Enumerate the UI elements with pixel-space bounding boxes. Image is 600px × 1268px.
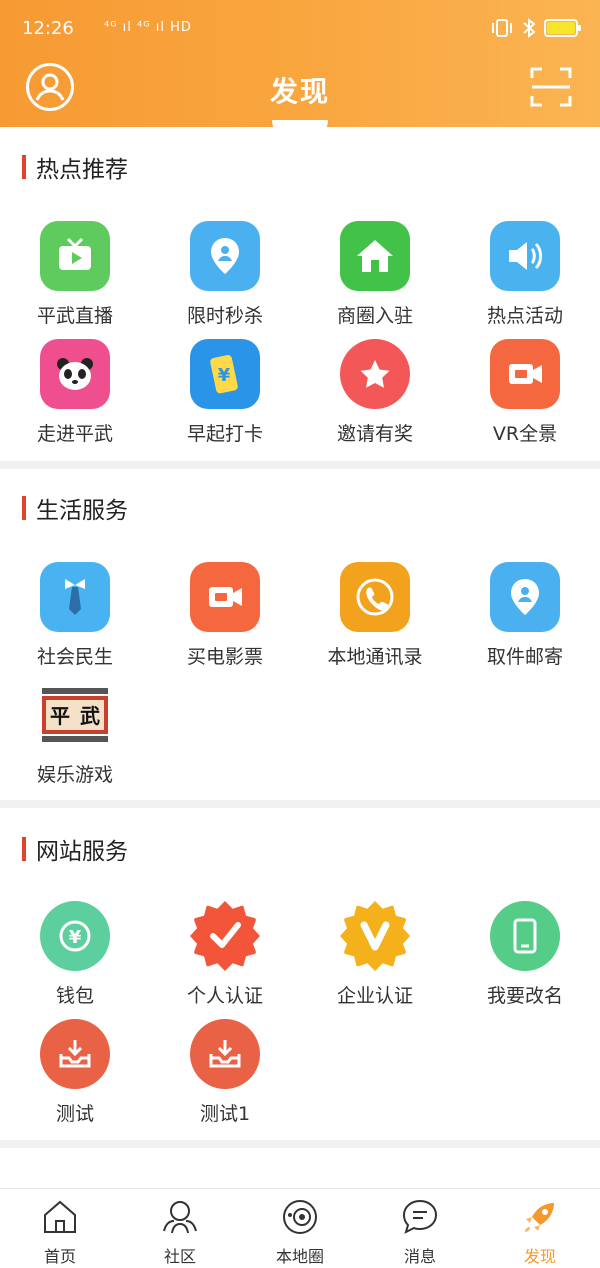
video-camera-icon xyxy=(490,339,560,409)
item-label: 限时秒杀 xyxy=(186,305,263,327)
tab-messages[interactable]: 消息 xyxy=(360,1189,480,1268)
check-badge-icon xyxy=(190,901,260,971)
grid-item-activity[interactable]: 热点活动 xyxy=(450,221,600,328)
item-label: 平武直播 xyxy=(36,305,113,327)
location-pin-icon xyxy=(490,562,560,632)
tab-discover[interactable]: 发现 xyxy=(480,1189,600,1268)
location-pin-icon xyxy=(190,221,260,291)
wallet-yuan-icon: ¥ xyxy=(40,901,110,971)
empty-section xyxy=(0,1148,600,1188)
tie-icon xyxy=(40,562,110,632)
item-label: 取件邮寄 xyxy=(486,646,563,668)
item-label: 社会民生 xyxy=(36,646,113,668)
grid-item-enterprise-auth[interactable]: 企业认证 xyxy=(300,901,450,1008)
game-logo-icon: 平武 xyxy=(40,680,110,750)
item-label: 个人认证 xyxy=(186,985,263,1007)
tab-label: 首页 xyxy=(43,1247,76,1266)
svg-text:武: 武 xyxy=(80,704,100,728)
v-badge-icon xyxy=(340,901,410,971)
item-label: 买电影票 xyxy=(186,646,263,668)
section-title: 生活服务 xyxy=(22,495,128,524)
phone-yuan-icon: ¥ xyxy=(190,339,260,409)
item-label: VR全景 xyxy=(492,423,558,445)
tab-label: 社区 xyxy=(163,1247,196,1266)
bottom-nav: 首页 社区 本地圈 消息 发现 xyxy=(0,1188,600,1268)
bluetooth-icon xyxy=(523,18,536,38)
tab-home[interactable]: 首页 xyxy=(0,1189,120,1268)
item-label: 早起打卡 xyxy=(186,423,263,445)
grid-item-test1[interactable]: 测试1 xyxy=(150,1019,300,1126)
section-hot-recommend: 热点推荐 平武直播 限时秒杀 商圈入驻 热点活动 走进平武 ¥ 早起打卡 邀请有… xyxy=(0,127,600,461)
item-label: 测试 xyxy=(55,1103,94,1125)
tab-label: 发现 xyxy=(523,1247,556,1266)
video-camera-icon xyxy=(190,562,260,632)
grid-item-checkin[interactable]: ¥ 早起打卡 xyxy=(150,339,300,446)
phone-call-icon xyxy=(340,562,410,632)
grid-item-games[interactable]: 平武 娱乐游戏 xyxy=(0,680,150,787)
battery-icon xyxy=(544,19,581,37)
message-icon xyxy=(402,1199,438,1234)
status-right xyxy=(490,18,581,38)
grid-item-live[interactable]: 平武直播 xyxy=(0,221,150,328)
star-icon xyxy=(340,339,410,409)
grid-item-vr[interactable]: VR全景 xyxy=(450,339,600,446)
grid-item-business[interactable]: 商圈入驻 xyxy=(300,221,450,328)
item-label: 我要改名 xyxy=(486,985,563,1007)
item-label: 走进平武 xyxy=(36,423,113,445)
tab-community[interactable]: 社区 xyxy=(120,1189,240,1268)
grid-item-personal-auth[interactable]: 个人认证 xyxy=(150,901,300,1008)
rocket-icon xyxy=(525,1203,554,1232)
home-icon xyxy=(44,1200,76,1233)
grid-item-invite[interactable]: 邀请有奖 xyxy=(300,339,450,446)
download-tray-icon xyxy=(190,1019,260,1089)
house-icon xyxy=(340,221,410,291)
svg-text:平: 平 xyxy=(50,704,70,728)
network-indicator: ⁴ᴳ ıl ⁴ᴳ ıl HD xyxy=(104,20,192,35)
grid-item-livelihood[interactable]: 社会民生 xyxy=(0,562,150,669)
item-label: 热点活动 xyxy=(486,305,563,327)
item-label: 钱包 xyxy=(55,985,94,1007)
tab-label: 消息 xyxy=(403,1247,436,1266)
grid-item-movie[interactable]: 买电影票 xyxy=(150,562,300,669)
local-circle-icon xyxy=(283,1200,317,1234)
section-title: 网站服务 xyxy=(22,836,128,865)
item-label: 邀请有奖 xyxy=(336,423,413,445)
grid-item-express[interactable]: 取件邮寄 xyxy=(450,562,600,669)
grid-item-explore[interactable]: 走进平武 xyxy=(0,339,150,446)
tv-icon xyxy=(40,221,110,291)
mobile-icon xyxy=(490,901,560,971)
scan-icon xyxy=(530,67,572,107)
section-title: 热点推荐 xyxy=(22,154,128,183)
item-label: 商圈入驻 xyxy=(336,305,413,327)
section-site-services: 网站服务 ¥ 钱包 个人认证 企业认证 我要改名 测试 测试1 xyxy=(0,808,600,1140)
grid-item-contacts[interactable]: 本地通讯录 xyxy=(300,562,450,669)
scan-button[interactable] xyxy=(530,66,572,108)
app-header: 12:26 ⁴ᴳ ıl ⁴ᴳ ıl HD 发现 xyxy=(0,0,600,127)
item-label: 企业认证 xyxy=(336,985,413,1007)
tab-local-circle[interactable]: 本地圈 xyxy=(240,1189,360,1268)
page-title: 发现 xyxy=(269,75,330,108)
item-label: 本地通讯录 xyxy=(327,646,423,668)
status-bar: 12:26 ⁴ᴳ ıl ⁴ᴳ ıl HD xyxy=(22,16,581,44)
tab-label: 本地圈 xyxy=(275,1247,324,1266)
grid-item-wallet[interactable]: ¥ 钱包 xyxy=(0,901,150,1008)
grid-item-flash-sale[interactable]: 限时秒杀 xyxy=(150,221,300,328)
download-tray-icon xyxy=(40,1019,110,1089)
svg-text:¥: ¥ xyxy=(69,927,82,948)
vibrate-icon xyxy=(492,19,512,37)
community-icon xyxy=(163,1201,197,1234)
grid-item-rename[interactable]: 我要改名 xyxy=(450,901,600,1008)
grid-item-test[interactable]: 测试 xyxy=(0,1019,150,1126)
item-label: 测试1 xyxy=(199,1103,251,1125)
section-life-services: 生活服务 社会民生 买电影票 本地通讯录 取件邮寄 平武 娱乐游戏 xyxy=(0,469,600,800)
panda-icon xyxy=(40,339,110,409)
status-time: 12:26 xyxy=(22,18,74,39)
item-label: 娱乐游戏 xyxy=(36,764,113,786)
speaker-icon xyxy=(490,221,560,291)
svg-text:¥: ¥ xyxy=(218,365,231,386)
